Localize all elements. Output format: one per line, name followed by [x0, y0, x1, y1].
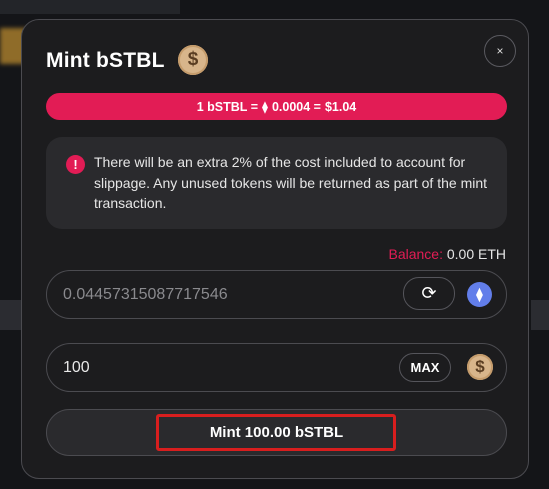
rate-usd-value: $1.04 — [324, 99, 357, 114]
mint-button-label: Mint 100.00 bSTBL — [209, 424, 344, 441]
mint-button[interactable]: Mint 100.00 bSTBL — [46, 409, 507, 456]
mint-modal: Mint bSTBL $ × 1 bSTBL = ⧫ 0.0004 = $1.0… — [21, 19, 529, 479]
bstbl-amount-input[interactable] — [63, 344, 383, 391]
eth-amount-field: ⟳ ⧫ — [46, 270, 507, 319]
refresh-icon: ⟳ — [421, 283, 437, 303]
balance-value: 0.00 ETH — [446, 246, 506, 262]
eth-icon: ⧫ — [467, 282, 492, 307]
bstbl-amount-field: MAX $ — [46, 343, 507, 392]
background-bar — [0, 0, 180, 14]
exchange-rate-banner: 1 bSTBL = ⧫ 0.0004 = $1.04 — [46, 93, 507, 120]
rate-eth-value: 0.0004 = — [271, 99, 321, 114]
slippage-notice: ! There will be an extra 2% of the cost … — [46, 137, 507, 229]
eth-icon: ⧫ — [262, 99, 268, 114]
notice-text: There will be an extra 2% of the cost in… — [94, 154, 488, 211]
bstbl-coin-icon: $ — [178, 45, 208, 75]
background-shape-left — [0, 300, 22, 330]
background-shape-right — [531, 300, 549, 330]
warning-icon: ! — [66, 155, 85, 174]
close-button[interactable]: × — [484, 35, 516, 67]
swap-refresh-button[interactable]: ⟳ — [403, 277, 455, 310]
balance-label: Balance: — [388, 246, 443, 262]
max-button[interactable]: MAX — [399, 353, 451, 382]
bstbl-coin-icon: $ — [467, 354, 493, 380]
eth-amount-input[interactable] — [63, 271, 383, 318]
rate-prefix: 1 bSTBL = — [196, 99, 258, 114]
balance-row: Balance: 0.00 ETH — [388, 246, 506, 262]
modal-title: Mint bSTBL — [46, 49, 165, 72]
